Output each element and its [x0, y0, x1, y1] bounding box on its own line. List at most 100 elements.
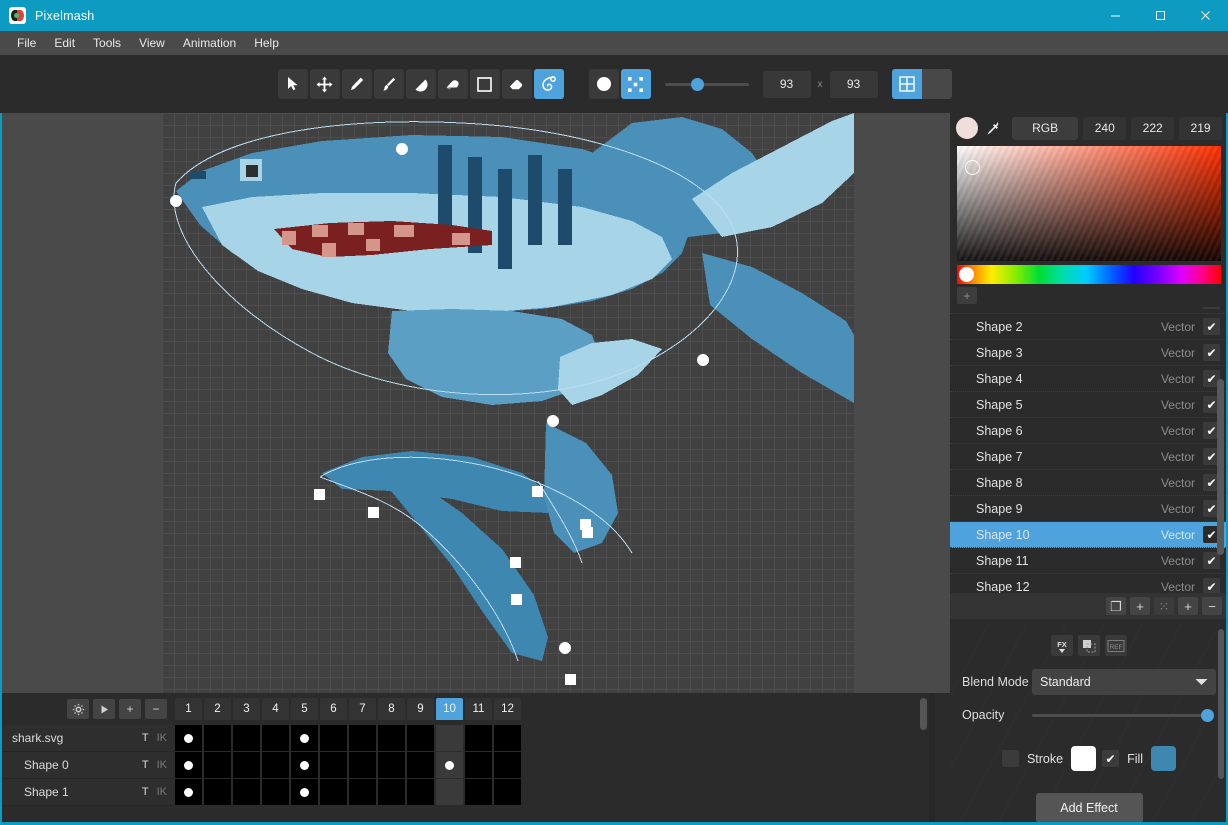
keyframe-cell[interactable]	[349, 725, 376, 751]
shark-pixel-art-canvas[interactable]	[162, 113, 854, 693]
keyframe-cell[interactable]	[204, 779, 231, 805]
keyframe-cell[interactable]	[262, 779, 289, 805]
color-red-input[interactable]: 240	[1083, 116, 1127, 140]
frame-header-11[interactable]: 11	[465, 698, 492, 720]
color-blue-input[interactable]: 219	[1179, 116, 1223, 140]
keyframe-cell[interactable]	[378, 779, 405, 805]
keyframe-cell[interactable]	[204, 752, 231, 778]
grid-4-icon[interactable]	[891, 69, 922, 99]
table-row[interactable]: Shape 6 Vector ✔	[950, 418, 1228, 444]
frame-header-10-current[interactable]: 10	[436, 698, 463, 720]
close-icon[interactable]	[1183, 0, 1228, 31]
timeline-remove-frame-button[interactable]: −	[145, 699, 167, 719]
saturation-value-field[interactable]	[957, 146, 1221, 261]
table-row[interactable]: Shape 5 Vector ✔	[950, 392, 1228, 418]
keyframe-cell[interactable]	[494, 779, 521, 805]
menu-view[interactable]: View	[130, 33, 174, 53]
keyframe-cell[interactable]	[494, 752, 521, 778]
smudge-icon[interactable]	[437, 69, 468, 99]
hue-strip[interactable]	[957, 265, 1221, 284]
ik-toggle[interactable]: IK	[157, 732, 167, 744]
fill-color-swatch[interactable]	[1151, 746, 1177, 771]
keyframe-dot[interactable]	[300, 787, 309, 797]
canvas-width-input[interactable]: 93	[762, 70, 811, 98]
canvas-viewport[interactable]	[0, 113, 950, 693]
timeline-add-frame-button[interactable]: +	[119, 699, 141, 719]
ik-toggle[interactable]: IK	[157, 786, 167, 798]
table-row[interactable]: Shape 2 Vector ✔	[950, 314, 1228, 340]
frame-header-8[interactable]: 8	[378, 698, 405, 720]
frame-header-5[interactable]: 5	[291, 698, 318, 720]
keyframe-dot[interactable]	[300, 760, 309, 770]
filled-circle-icon[interactable]	[588, 69, 619, 99]
transform-toggle[interactable]: T	[142, 786, 149, 798]
remove-layer-button[interactable]: −	[1202, 597, 1222, 615]
keyframe-dot[interactable]	[184, 733, 193, 743]
keyframe-cell[interactable]	[262, 725, 289, 751]
keyframe-cell[interactable]	[436, 752, 463, 778]
timeline-row-label[interactable]: Shape 1 T IK	[0, 779, 175, 806]
table-row[interactable]: Shape 3 Vector ✔	[950, 340, 1228, 366]
keyframe-cell[interactable]	[465, 752, 492, 778]
canvas-height-input[interactable]: 93	[829, 70, 878, 98]
menu-animation[interactable]: Animation	[174, 33, 245, 53]
layer-visibility-checkbox[interactable]: ✔	[1203, 578, 1220, 593]
transform-toggle[interactable]: T	[142, 759, 149, 771]
frame-header-4[interactable]: 4	[262, 698, 289, 720]
add-effect-button[interactable]: Add Effect	[1035, 793, 1143, 823]
keyframe-cell[interactable]	[262, 752, 289, 778]
keyframe-cell[interactable]	[291, 752, 318, 778]
dither-pattern-icon[interactable]	[620, 69, 651, 99]
table-row[interactable]: Shape 12 Vector ✔	[950, 574, 1228, 593]
keyframe-cell[interactable]	[291, 725, 318, 751]
layer-visibility-checkbox[interactable]	[1203, 307, 1220, 309]
keyframe-cell[interactable]	[175, 725, 202, 751]
keyframe-cell[interactable]	[175, 752, 202, 778]
rectangle-icon[interactable]	[469, 69, 500, 99]
brush-size-slider[interactable]	[664, 69, 749, 99]
frame-header-2[interactable]: 2	[204, 698, 231, 720]
keyframe-cell[interactable]	[465, 725, 492, 751]
timeline-row-label[interactable]: shark.svg T IK	[0, 725, 175, 752]
layer-visibility-checkbox[interactable]: ✔	[1203, 552, 1220, 569]
table-row[interactable]: Shape 4 Vector ✔	[950, 366, 1228, 392]
frame-header-1[interactable]: 1	[175, 698, 202, 720]
transform-toggle[interactable]: T	[142, 732, 149, 744]
keyframe-cell[interactable]	[320, 779, 347, 805]
add-layer-button[interactable]: +	[1130, 597, 1150, 615]
keyframe-cell[interactable]	[378, 752, 405, 778]
eyedropper-icon[interactable]	[982, 117, 1004, 139]
blend-circle-icon[interactable]	[405, 69, 436, 99]
color-green-input[interactable]: 222	[1131, 116, 1175, 140]
layer-list-scrollbar[interactable]	[1217, 379, 1224, 555]
keyframe-cell[interactable]	[407, 779, 434, 805]
timeline-settings-button[interactable]	[67, 699, 89, 719]
keyframe-dot[interactable]	[184, 787, 193, 797]
menu-file[interactable]: File	[8, 33, 45, 53]
maximize-icon[interactable]	[1138, 0, 1183, 31]
frame-header-9[interactable]: 9	[407, 698, 434, 720]
sv-cursor[interactable]	[965, 160, 980, 175]
duplicate-layer-button[interactable]: ❐	[1106, 597, 1126, 615]
table-row[interactable]: Shape 8 Vector ✔	[950, 470, 1228, 496]
keyframe-cell[interactable]	[175, 779, 202, 805]
keyframe-cell[interactable]	[233, 752, 260, 778]
keyframe-cell[interactable]	[494, 725, 521, 751]
layer-row-partial[interactable]	[950, 307, 1228, 314]
frame-header-3[interactable]: 3	[233, 698, 260, 720]
eraser-icon[interactable]	[501, 69, 532, 99]
add-folder-button[interactable]: +	[1178, 597, 1198, 615]
color-mode-button[interactable]: RGB	[1012, 116, 1079, 140]
group-layer-button[interactable]: ⁙	[1154, 597, 1174, 615]
keyframe-cell[interactable]	[436, 779, 463, 805]
keyframe-cell[interactable]	[378, 725, 405, 751]
table-row[interactable]: Shape 7 Vector ✔	[950, 444, 1228, 470]
frame-header-12[interactable]: 12	[494, 698, 521, 720]
table-row[interactable]: Shape 11 Vector ✔	[950, 548, 1228, 574]
keyframe-cell[interactable]	[407, 725, 434, 751]
vector-pen-icon[interactable]	[533, 69, 564, 99]
table-row-selected[interactable]: Shape 10 Vector ✔	[950, 522, 1228, 548]
keyframe-cell[interactable]	[436, 725, 463, 751]
keyframe-dot[interactable]	[445, 760, 454, 770]
frame-header-6[interactable]: 6	[320, 698, 347, 720]
